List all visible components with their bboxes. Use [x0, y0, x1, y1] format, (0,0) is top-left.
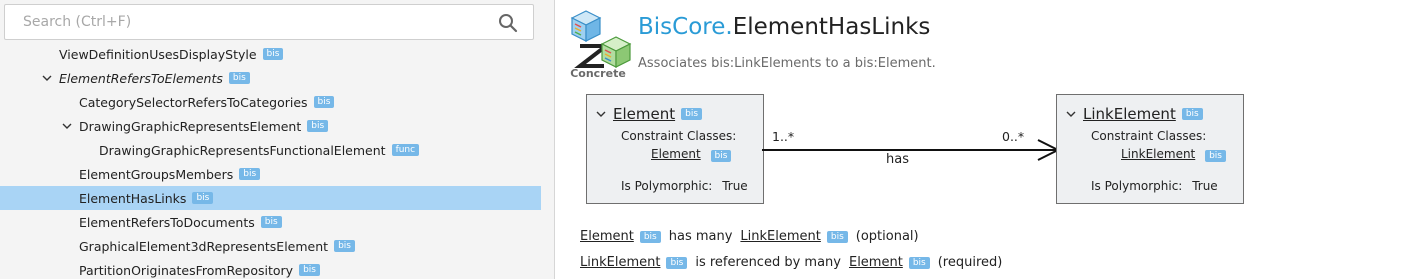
tree-item[interactable]: PartitionOriginatesFromRepository bis	[0, 258, 541, 279]
schema-badge: bis	[260, 216, 282, 228]
tree-item-label: CategorySelectorRefersToCategories	[79, 94, 308, 110]
schema-badge: bis	[681, 108, 703, 120]
tree-item-label: ElementRefersToDocuments	[79, 214, 255, 230]
tree-item[interactable]: ElementRefersToElements bis	[0, 66, 541, 90]
schema-badge: func	[391, 144, 420, 156]
search-input[interactable]	[5, 5, 485, 39]
schema-badge: bis	[262, 48, 284, 60]
tree-item[interactable]: CategorySelectorRefersToCategories bis	[0, 90, 541, 114]
schema-badge: bis	[299, 264, 320, 276]
relationship-sentence: Element bis has many LinkElement bis (op…	[580, 229, 919, 244]
constraint-class-link[interactable]: LinkElement	[1121, 147, 1195, 161]
object-class-link[interactable]: LinkElement	[740, 229, 820, 244]
tree-item-label: GraphicalElement3dRepresentsElement	[79, 238, 329, 254]
target-constraint-header[interactable]: LinkElement bis	[1065, 105, 1203, 123]
chevron-down-icon[interactable]	[1065, 108, 1077, 120]
class-description: Associates bis:LinkElements to a bis:Ele…	[638, 56, 936, 71]
relationship-sentence: LinkElement bis is referenced by many El…	[580, 255, 1002, 270]
target-constraint-box: LinkElement bis Constraint Classes: Link…	[1056, 94, 1244, 204]
polymorphic-row: Is Polymorphic: True	[621, 179, 748, 193]
sentence-verb: has many	[668, 229, 733, 244]
target-multiplicity: 0..*	[1002, 129, 1025, 144]
source-constraint-box: Element bis Constraint Classes: Element …	[586, 94, 764, 204]
source-multiplicity: 1..*	[772, 129, 795, 144]
chevron-down-icon[interactable]	[61, 120, 73, 132]
class-details-panel: Concrete BisCore.ElementHasLinks Associa…	[556, 0, 1414, 279]
schema-badge: bis	[639, 230, 661, 243]
tree-item-label: ElementRefersToElements	[59, 70, 223, 86]
constraint-class-link[interactable]: Element	[651, 147, 701, 161]
polymorphic-value: True	[1192, 179, 1218, 193]
polymorphic-value: True	[722, 179, 748, 193]
tree-item-label: ViewDefinitionUsesDisplayStyle	[59, 46, 257, 62]
schema-badge: bis	[334, 240, 355, 252]
relationship-name: has	[886, 152, 909, 167]
sentence-note: (required)	[937, 255, 1003, 270]
tree-item[interactable]: DrawingGraphicRepresentsElement bis	[0, 114, 541, 138]
tree-item[interactable]: DrawingGraphicRepresentsFunctionalElemen…	[0, 138, 541, 162]
schema-badge: bis	[228, 72, 250, 84]
schema-link[interactable]: BisCore.	[638, 14, 733, 40]
constraint-class-value: LinkElement bis	[1121, 147, 1226, 162]
schema-badge: bis	[710, 150, 732, 162]
schema-badge: bis	[1181, 108, 1203, 120]
tree-item-label: PartitionOriginatesFromRepository	[79, 262, 294, 278]
schema-badge: bis	[908, 256, 930, 269]
sidebar: ViewDefinitionUsesDisplayStyle bis Eleme…	[0, 0, 555, 279]
tree-item[interactable]: ElementRefersToDocuments bis	[0, 210, 541, 234]
sentence-note: (optional)	[855, 229, 919, 244]
constraint-class-value: Element bis	[651, 147, 732, 162]
tree-item[interactable]: ElementGroupsMembers bis	[0, 162, 541, 186]
target-class-link[interactable]: LinkElement	[1083, 105, 1176, 123]
polymorphic-row: Is Polymorphic: True	[1091, 179, 1218, 193]
schema-badge: bis	[192, 192, 214, 204]
subject-class-link[interactable]: Element	[580, 229, 634, 244]
constraint-classes-label: Constraint Classes:	[621, 129, 737, 143]
constraint-classes-label: Constraint Classes:	[1091, 129, 1207, 143]
schema-badge: bis	[307, 120, 329, 132]
schema-badge: bis	[666, 256, 688, 269]
polymorphic-label: Is Polymorphic:	[1091, 179, 1183, 193]
search-box[interactable]	[4, 4, 534, 40]
tree-item[interactable]: ViewDefinitionUsesDisplayStyle bis	[0, 42, 541, 66]
tree-item-label: DrawingGraphicRepresentsFunctionalElemen…	[99, 142, 386, 158]
tree-item-selected[interactable]: ElementHasLinks bis	[0, 186, 541, 210]
tree-item[interactable]: GraphicalElement3dRepresentsElement bis	[0, 234, 541, 258]
sentence-verb: is referenced by many	[695, 255, 841, 270]
chevron-down-icon[interactable]	[595, 108, 607, 120]
class-modifier-label: Concrete	[570, 67, 626, 80]
class-name: ElementHasLinks	[732, 14, 931, 40]
schema-badge: bis	[1205, 150, 1226, 162]
source-constraint-header[interactable]: Element bis	[595, 105, 703, 123]
source-class-link[interactable]: Element	[613, 105, 675, 123]
page-title: BisCore.ElementHasLinks	[638, 14, 930, 40]
schema-badge: bis	[313, 96, 335, 108]
tree-item-label: ElementHasLinks	[79, 190, 187, 206]
polymorphic-label: Is Polymorphic:	[621, 179, 713, 193]
subject-class-link[interactable]: LinkElement	[580, 255, 660, 270]
object-class-link[interactable]: Element	[849, 255, 903, 270]
chevron-down-icon[interactable]	[41, 72, 53, 84]
tree-item-label: DrawingGraphicRepresentsElement	[79, 118, 302, 134]
tree-item-label: ElementGroupsMembers	[79, 166, 234, 182]
schema-badge: bis	[239, 168, 261, 180]
relationship-class-icon	[570, 10, 632, 68]
search-icon[interactable]	[498, 13, 518, 33]
schema-badge: bis	[826, 230, 848, 243]
